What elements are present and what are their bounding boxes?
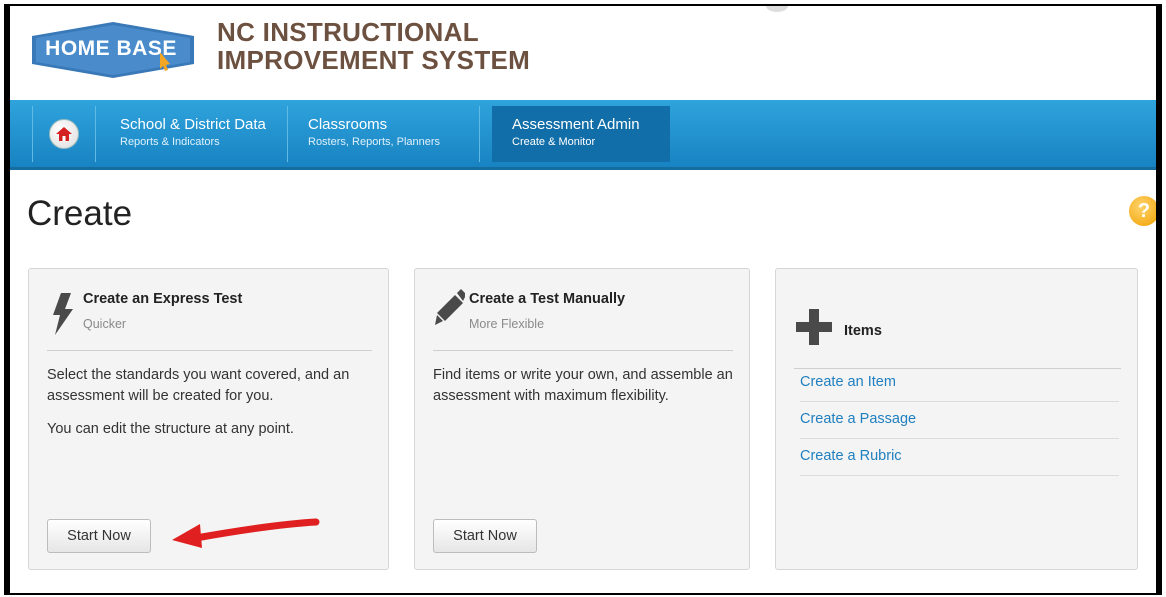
items-link-list: Create an Item Create a Passage Create a… — [800, 365, 1119, 476]
system-title-line2: IMPROVEMENT SYSTEM — [217, 45, 531, 75]
manual-test-panel: Create a Test Manually More Flexible Fin… — [414, 268, 750, 570]
lightning-icon — [53, 293, 73, 335]
nav-item-title: Classrooms — [308, 116, 388, 133]
nav-item-subtitle: Rosters, Reports, Planners — [308, 136, 441, 148]
help-icon[interactable]: ? — [1129, 196, 1156, 226]
panel-description: Select the standards you want covered, a… — [47, 367, 350, 404]
panel-subtitle: More Flexible — [469, 317, 545, 331]
panel-note: You can edit the structure at any point. — [47, 421, 294, 437]
page-title: Create — [27, 194, 133, 233]
home-icon[interactable] — [49, 119, 79, 149]
panel-header: Items — [794, 289, 1121, 369]
panel-subtitle: Quicker — [83, 317, 127, 331]
express-start-now-button[interactable]: Start Now — [47, 519, 151, 553]
create-item-link[interactable]: Create an Item — [800, 365, 1119, 402]
nav-school-district-data[interactable]: School & District Data Reports & Indicat… — [100, 106, 288, 162]
logo-text: HOME BASE — [45, 37, 177, 60]
nav-assessment-admin[interactable]: Assessment Admin Create & Monitor — [492, 106, 670, 162]
system-title-line1: NC INSTRUCTIONAL — [217, 17, 479, 47]
screenshot-frame: HOME BASE NC INSTRUCTIONAL IMPROVEMENT S… — [4, 4, 1162, 595]
panel-header: Create a Test Manually More Flexible — [433, 289, 733, 351]
system-title: NC INSTRUCTIONAL IMPROVEMENT SYSTEM — [217, 18, 530, 74]
items-panel: Items Create an Item Create a Passage Cr… — [775, 268, 1138, 570]
plus-icon — [796, 309, 832, 345]
create-rubric-link[interactable]: Create a Rubric — [800, 439, 1119, 476]
nav-item-subtitle: Create & Monitor — [512, 136, 596, 148]
site-header: HOME BASE NC INSTRUCTIONAL IMPROVEMENT S… — [10, 6, 1156, 100]
manual-start-now-button[interactable]: Start Now — [433, 519, 537, 553]
nav-home[interactable] — [32, 106, 96, 162]
create-passage-link[interactable]: Create a Passage — [800, 402, 1119, 439]
main-nav: School & District Data Reports & Indicat… — [10, 100, 1156, 170]
nav-classrooms[interactable]: Classrooms Rosters, Reports, Planners — [288, 106, 480, 162]
panel-header: Create an Express Test Quicker — [47, 289, 372, 351]
annotation-arrow-icon — [172, 518, 320, 548]
panel-description: Find items or write your own, and assemb… — [433, 367, 733, 404]
nav-item-subtitle: Reports & Indicators — [120, 136, 220, 148]
panel-body: Find items or write your own, and assemb… — [433, 365, 733, 407]
panel-title: Items — [844, 323, 882, 339]
nav-item-title: School & District Data — [120, 116, 266, 133]
nav-item-title: Assessment Admin — [512, 116, 640, 133]
panel-title: Create an Express Test — [83, 291, 243, 307]
pencil-icon — [435, 289, 465, 325]
decorative-dot — [766, 6, 788, 12]
panel-title: Create a Test Manually — [469, 291, 626, 307]
panel-body: Select the standards you want covered, a… — [47, 365, 372, 440]
